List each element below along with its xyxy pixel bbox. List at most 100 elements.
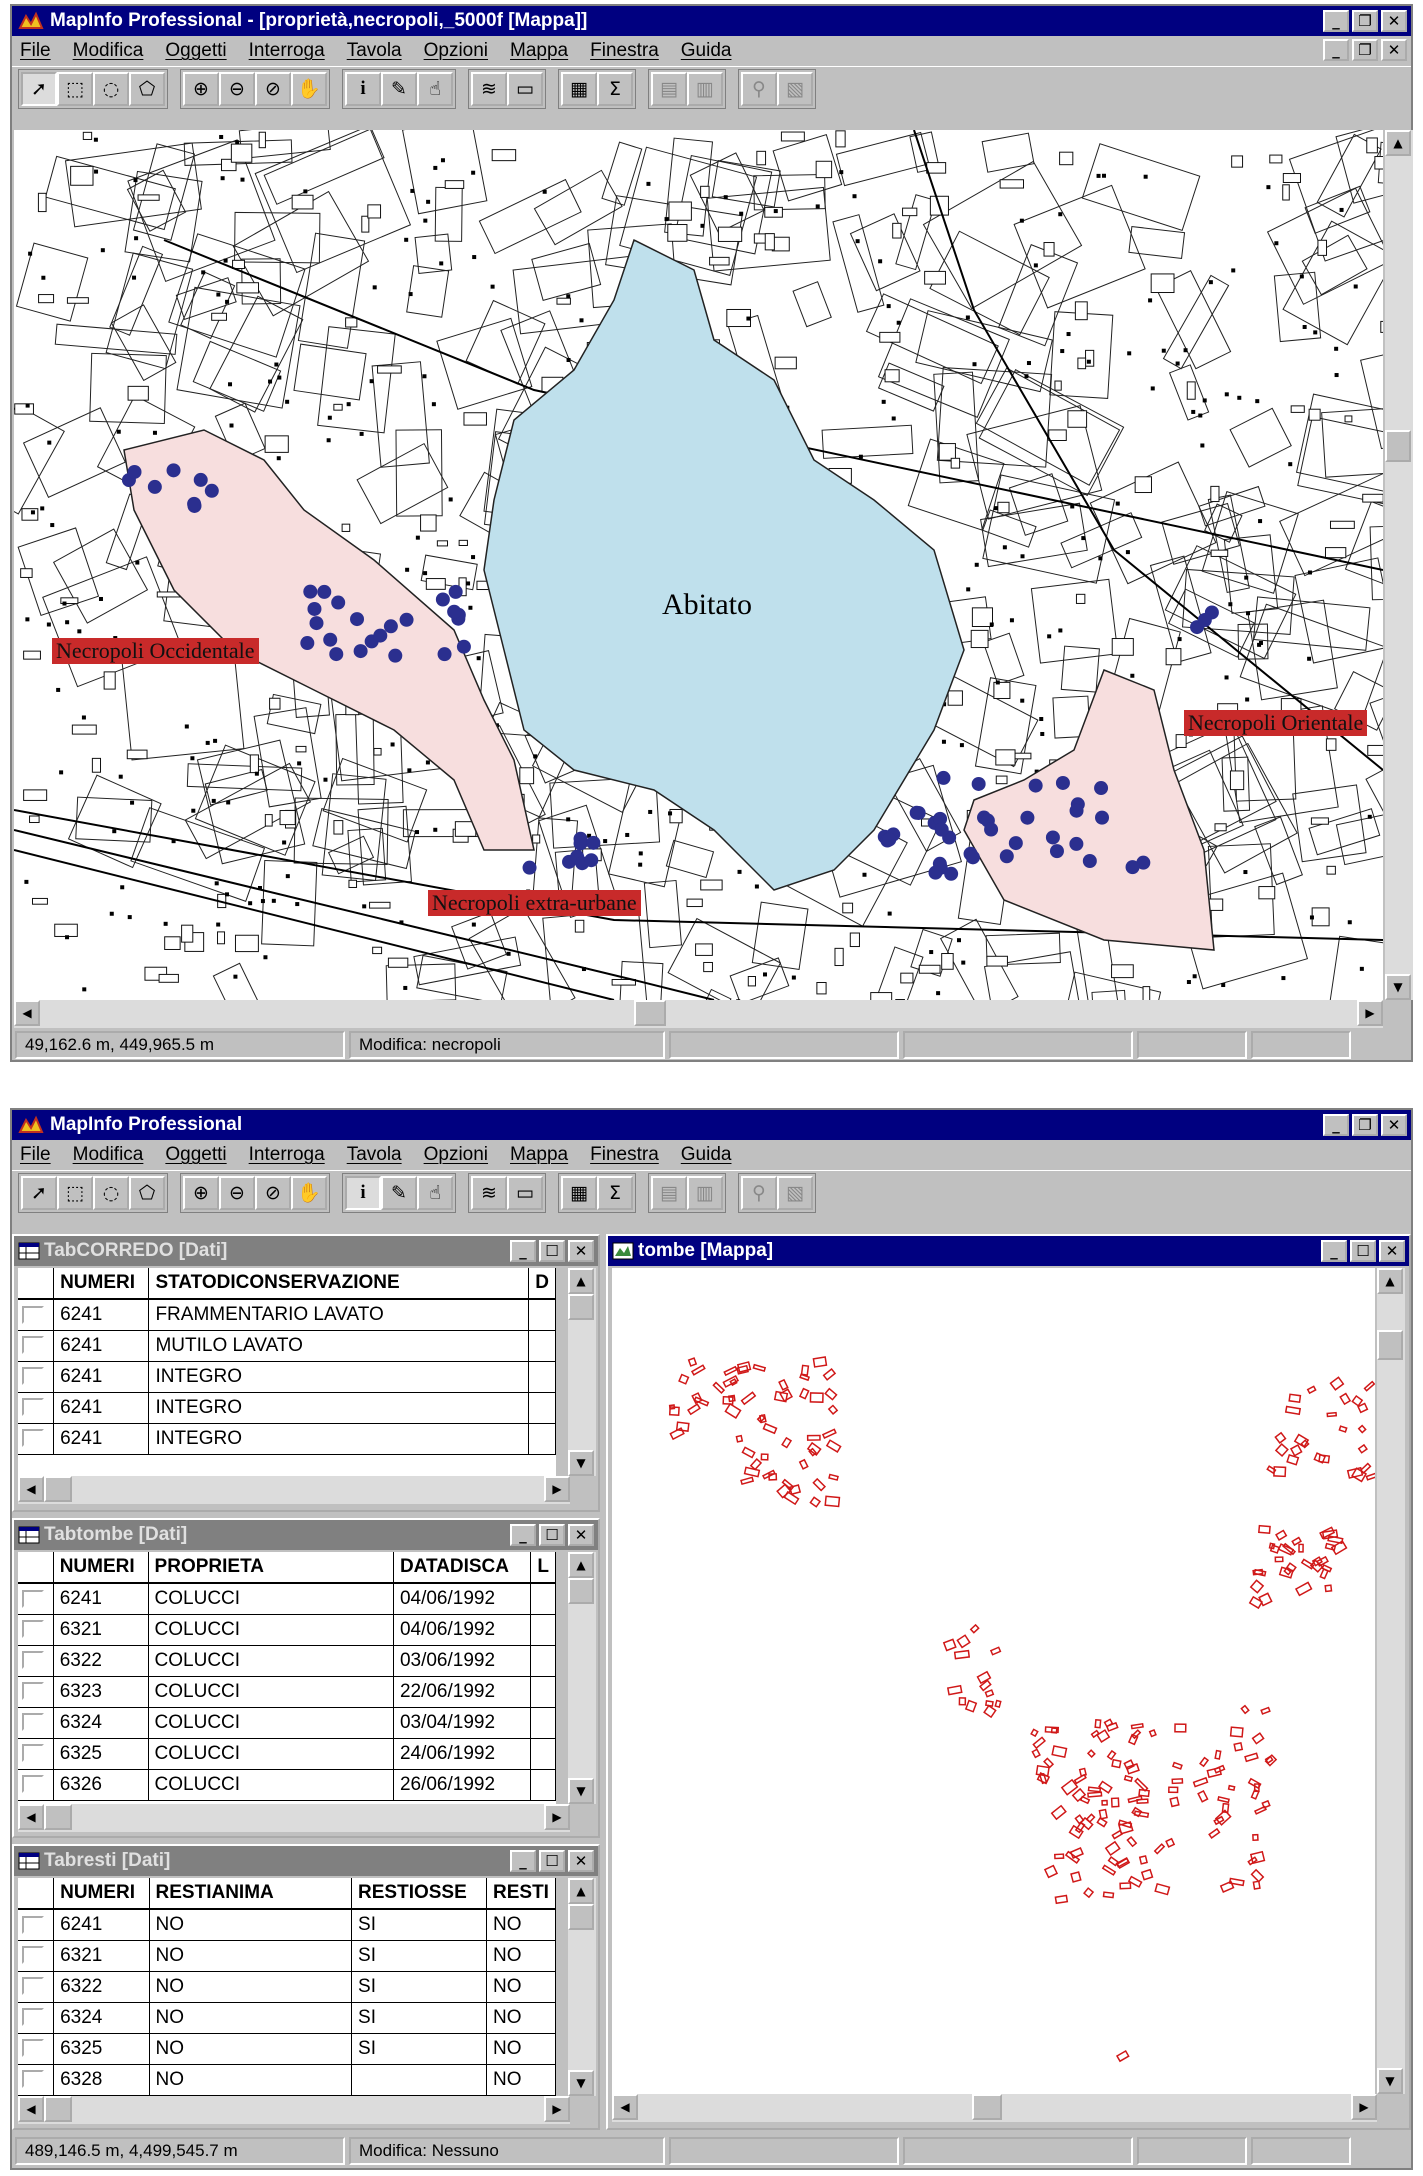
row-select-checkbox[interactable] <box>22 2008 44 2027</box>
statistics-sigma-icon[interactable]: Σ <box>597 71 633 106</box>
new-layout-icon[interactable]: ▥ <box>687 71 723 106</box>
tombe-map-view[interactable] <box>612 1268 1375 2094</box>
table-row[interactable]: 6325 NO SI NO <box>18 2033 556 2065</box>
menu-mappa[interactable]: Mappa <box>510 40 568 62</box>
scroll-up-arrow-icon[interactable]: ▲ <box>568 1878 594 1904</box>
status-edit-layer[interactable]: Modifica: necropoli <box>349 1031 665 1059</box>
table-cell-empty[interactable] <box>530 1614 556 1646</box>
table-cell[interactable]: 6241 <box>53 1330 150 1362</box>
table-cell[interactable]: 04/06/1992 <box>393 1614 532 1646</box>
menu-modifica[interactable]: Modifica <box>73 40 144 62</box>
hotlink-icon[interactable]: ⚲ <box>741 71 777 106</box>
mapinfo-app-icon[interactable] <box>18 1114 44 1136</box>
column-header-numeri[interactable]: NUMERI <box>53 1552 149 1584</box>
tabcorredo-title-bar[interactable]: TabCORREDO [Dati] _ ☐ ✕ <box>14 1236 598 1266</box>
scroll-up-arrow-icon[interactable]: ▲ <box>568 1552 594 1578</box>
row-select-checkbox[interactable] <box>22 1429 44 1448</box>
scroll-right-arrow-icon[interactable]: ▶ <box>1351 2094 1377 2120</box>
scroll-right-arrow-icon[interactable]: ▶ <box>544 1476 570 1502</box>
horizontal-scroll-thumb[interactable] <box>972 2094 1002 2120</box>
table-row[interactable]: 6241 INTEGRO <box>18 1423 556 1455</box>
polygon-select-icon[interactable]: ⬠ <box>129 1175 165 1210</box>
horizontal-scrollbar[interactable]: ◀ ▶ <box>18 1476 570 1504</box>
tombe-map-title-bar[interactable]: tombe [Mappa] _ ☐ ✕ <box>608 1236 1409 1266</box>
menu-modifica[interactable]: Modifica <box>73 1144 144 1166</box>
column-header-proprieta[interactable]: PROPRIETA <box>148 1552 394 1584</box>
close-button[interactable]: ✕ <box>1381 1114 1407 1136</box>
maximize-button[interactable]: ❐ <box>1352 1114 1378 1136</box>
table-cell[interactable] <box>351 2064 487 2096</box>
row-select-cell[interactable] <box>18 1707 54 1739</box>
scroll-down-arrow-icon[interactable]: ▼ <box>1377 2068 1403 2094</box>
row-select-checkbox[interactable] <box>22 1977 44 1996</box>
row-select-cell[interactable] <box>18 2033 55 2065</box>
tabresti-title-bar[interactable]: Tabresti [Dati] _ ☐ ✕ <box>14 1846 598 1876</box>
menu-opzioni[interactable]: Opzioni <box>424 40 488 62</box>
info-icon[interactable]: i <box>345 1175 381 1210</box>
change-view-icon[interactable]: ⊘ <box>255 71 291 106</box>
redistrict-icon[interactable]: ▧ <box>777 1175 813 1210</box>
maximize-button[interactable]: ☐ <box>1350 1240 1376 1262</box>
select-arrow-icon[interactable]: ➚ <box>21 1175 57 1210</box>
redistrict-icon[interactable]: ▧ <box>777 71 813 106</box>
table-cell[interactable]: 6321 <box>53 1614 149 1646</box>
radius-select-icon[interactable]: ◌ <box>93 1175 129 1210</box>
doc-restore-button[interactable]: ❐ <box>1352 39 1378 61</box>
table-cell[interactable]: 03/06/1992 <box>393 1645 532 1677</box>
info-icon[interactable]: i <box>345 71 381 106</box>
table-row[interactable]: 6328 NO NO <box>18 2064 556 2096</box>
table-cell[interactable]: 6241 <box>53 1583 149 1615</box>
drag-window-icon[interactable]: ☝ <box>417 71 453 106</box>
grabber-hand-icon[interactable]: ✋ <box>291 1175 327 1210</box>
table-cell-empty[interactable] <box>528 1361 556 1393</box>
row-select-checkbox[interactable] <box>22 2070 44 2089</box>
vertical-scroll-thumb[interactable] <box>1377 1330 1403 1360</box>
menu-mappa[interactable]: Mappa <box>510 1144 568 1166</box>
vertical-scrollbar[interactable]: ▲ ▼ <box>568 1552 596 1804</box>
row-select-cell[interactable] <box>18 1769 54 1801</box>
select-arrow-icon[interactable]: ➚ <box>21 71 57 106</box>
table-cell[interactable]: SI <box>351 2002 487 2034</box>
title-bar[interactable]: MapInfo Professional - [proprietà,necrop… <box>12 6 1411 36</box>
menu-oggetti[interactable]: Oggetti <box>165 40 226 62</box>
table-cell[interactable]: COLUCCI <box>148 1707 394 1739</box>
table-row[interactable]: 6324 COLUCCI 03/04/1992 <box>18 1707 556 1739</box>
table-row[interactable]: 6324 NO SI NO <box>18 2002 556 2034</box>
column-header-restiosse[interactable]: RESTIOSSE <box>351 1878 487 1910</box>
table-cell[interactable]: INTEGRO <box>148 1361 530 1393</box>
table-cell[interactable]: 6241 <box>53 1299 150 1331</box>
browser-icon[interactable]: ▦ <box>561 71 597 106</box>
row-select-checkbox[interactable] <box>22 2039 44 2058</box>
row-select-checkbox[interactable] <box>22 1915 44 1934</box>
row-select-cell[interactable] <box>18 1940 55 1972</box>
table-cell[interactable]: 6241 <box>53 1909 150 1941</box>
table-cell[interactable]: 24/06/1992 <box>393 1738 532 1770</box>
table-row[interactable]: 6321 COLUCCI 04/06/1992 <box>18 1614 556 1646</box>
row-select-cell[interactable] <box>18 2064 55 2096</box>
row-select-checkbox[interactable] <box>22 1398 44 1417</box>
table-cell[interactable]: COLUCCI <box>148 1614 394 1646</box>
column-header-d[interactable]: D <box>528 1268 556 1300</box>
row-select-cell[interactable] <box>18 2002 55 2034</box>
table-cell[interactable]: COLUCCI <box>148 1738 394 1770</box>
table-cell[interactable]: 26/06/1992 <box>393 1769 532 1801</box>
map-view[interactable]: Abitato Necropoli Occidentale Necropoli … <box>14 130 1383 1000</box>
zoom-out-icon[interactable]: ⊖ <box>219 1175 255 1210</box>
menu-tavola[interactable]: Tavola <box>347 40 402 62</box>
table-cell[interactable]: 6325 <box>53 1738 149 1770</box>
change-view-icon[interactable]: ⊘ <box>255 1175 291 1210</box>
vertical-scrollbar[interactable]: ▲ ▼ <box>1377 1268 1405 2094</box>
table-cell[interactable]: NO <box>149 2002 353 2034</box>
table-cell[interactable]: INTEGRO <box>148 1423 530 1455</box>
row-select-cell[interactable] <box>18 1330 55 1362</box>
table-cell[interactable]: 6321 <box>53 1940 150 1972</box>
layer-control-icon[interactable]: ≋ <box>471 71 507 106</box>
table-cell[interactable]: 6322 <box>53 1645 149 1677</box>
scroll-down-arrow-icon[interactable]: ▼ <box>568 1778 594 1804</box>
table-cell[interactable]: NO <box>149 1940 353 1972</box>
hotlink-icon[interactable]: ⚲ <box>741 1175 777 1210</box>
browser-icon[interactable]: ▦ <box>561 1175 597 1210</box>
table-cell[interactable]: 04/06/1992 <box>393 1583 532 1615</box>
table-cell[interactable]: 6322 <box>53 1971 150 2003</box>
new-grapher-icon[interactable]: ▤ <box>651 1175 687 1210</box>
